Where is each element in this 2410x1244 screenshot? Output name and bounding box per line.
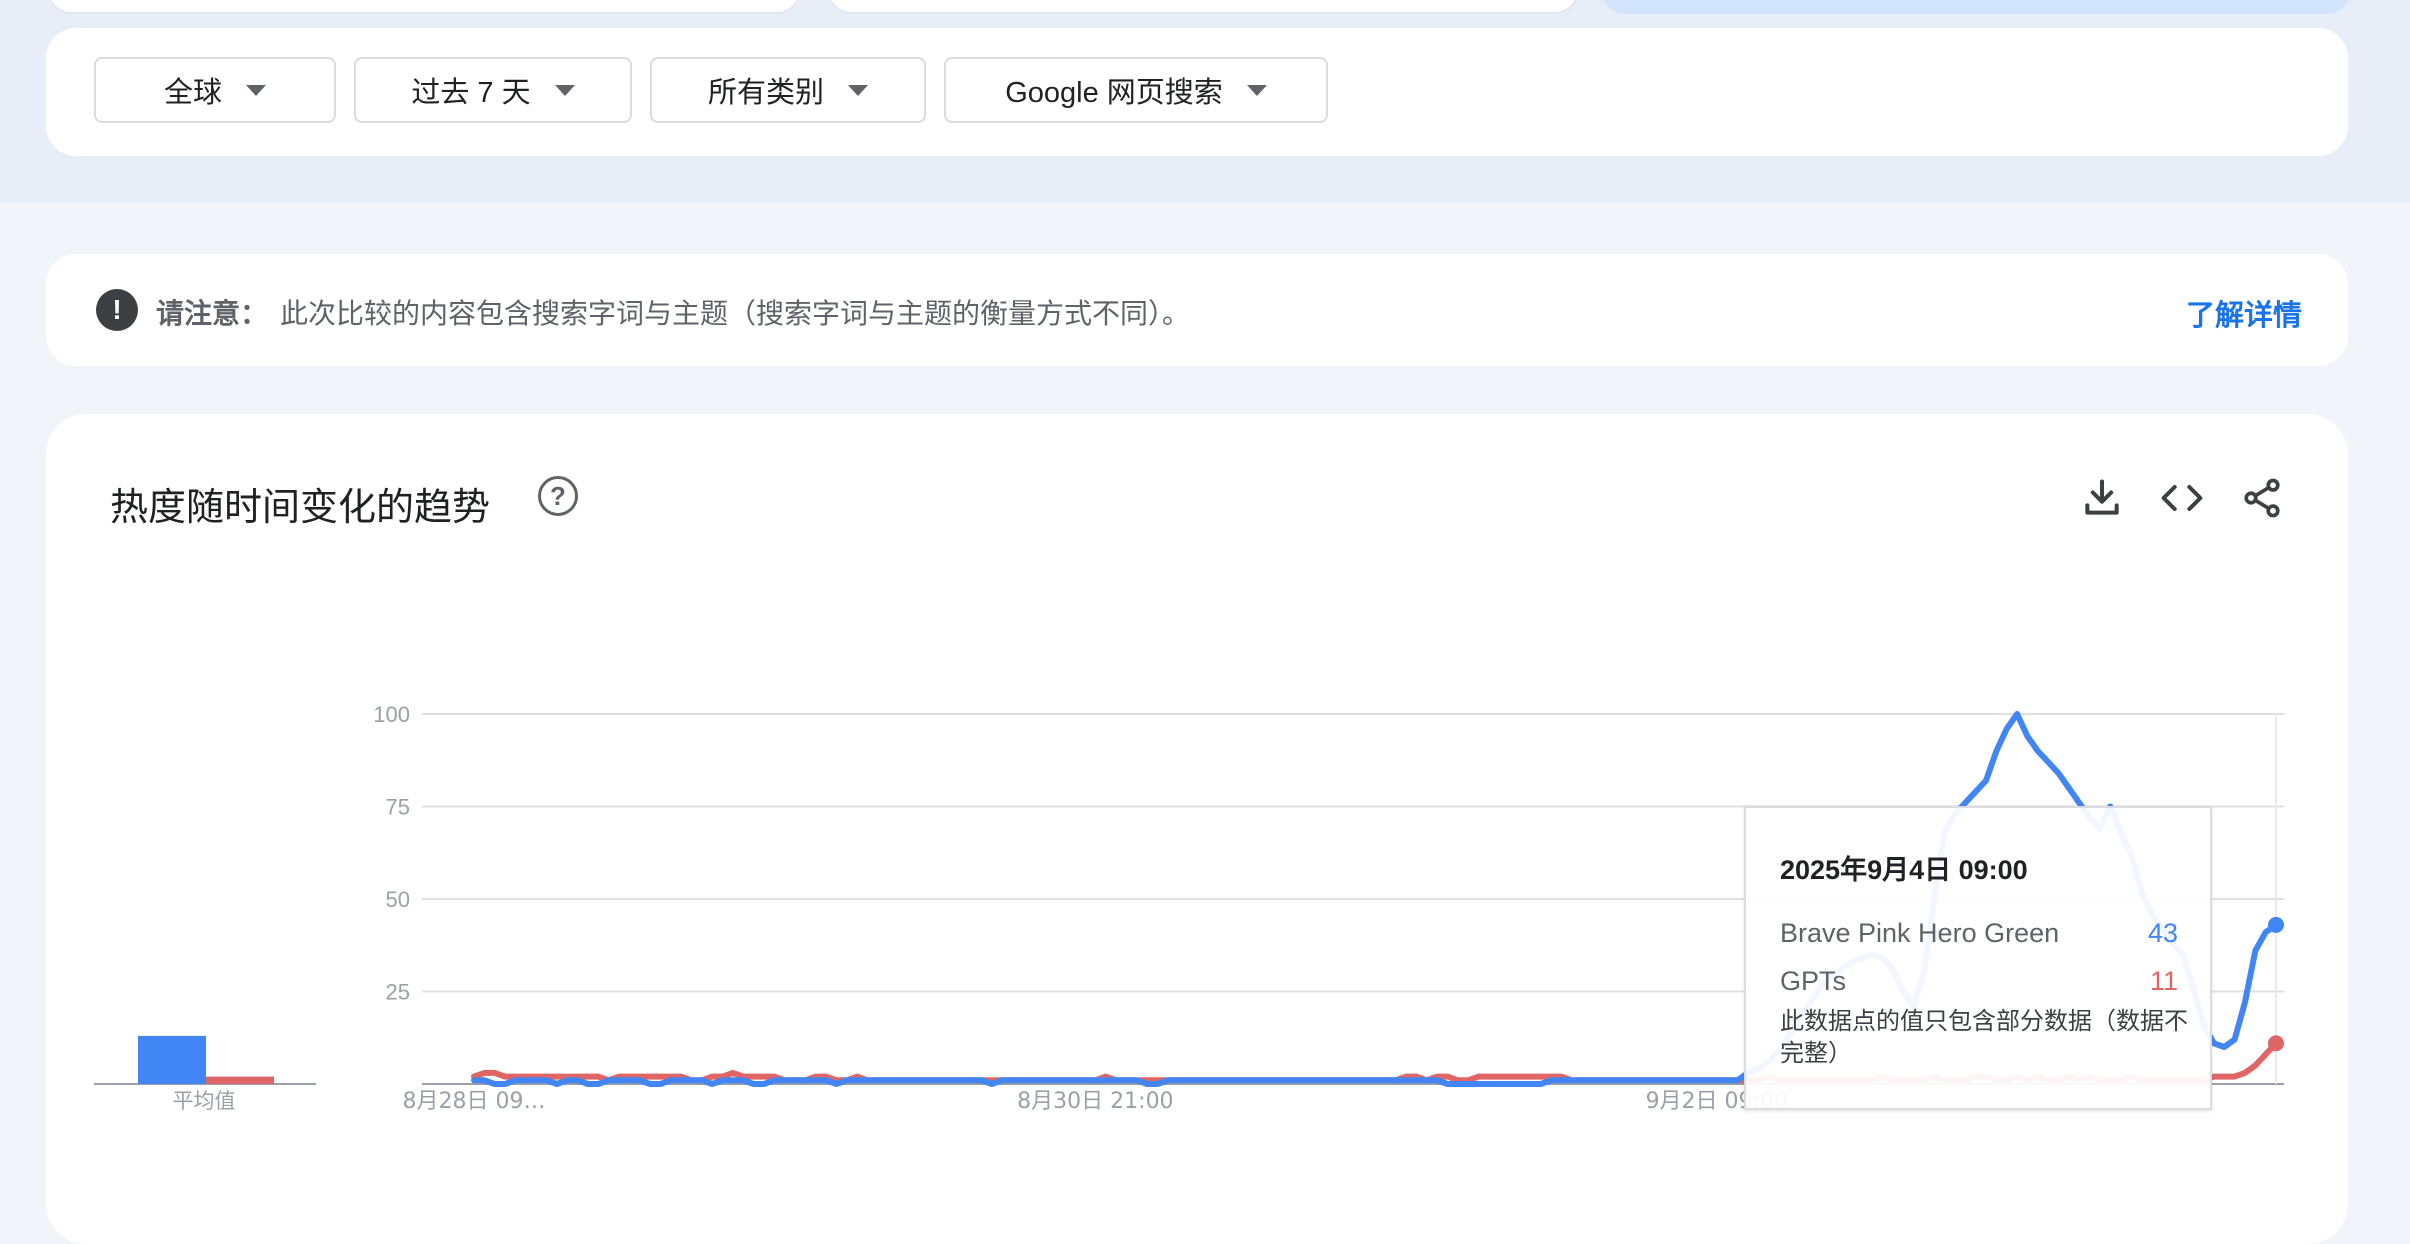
notice-label: 请注意：: [156, 298, 269, 329]
average-bar: [138, 1035, 206, 1084]
tooltip-note: 此数据点的值只包含部分数据（数据不完整）: [1780, 1008, 2188, 1067]
search-term-field-1[interactable]: [46, 0, 802, 14]
interest-over-time-panel: 热度随时间变化的趋势 ? 25 50 75 100 平均值 8月28日 09… 8月30日 …: [46, 414, 2348, 1244]
alert-icon: !: [96, 289, 138, 331]
time-range-dropdown[interactable]: 过去 7 天: [354, 57, 632, 123]
tooltip-series-name: Brave Pink Hero Green: [1780, 918, 2060, 948]
tooltip-row: Brave Pink Hero Green 43: [1780, 918, 2178, 949]
series-point: [2268, 1035, 2284, 1052]
category-label: 所有类别: [707, 77, 824, 109]
chevron-down-icon: [848, 84, 868, 96]
tooltip-series-value: 43: [2147, 918, 2178, 948]
tooltip-series-name: GPTs: [1780, 966, 1847, 996]
data-point-tooltip: 2025年9月4日 09:00 Brave Pink Hero Green 43…: [1744, 806, 2212, 1110]
tooltip-date: 2025年9月4日 09:00: [1780, 855, 2028, 885]
chevron-down-icon: [246, 84, 266, 96]
y-tick-label: 75: [386, 795, 410, 820]
average-bar: [206, 1076, 274, 1084]
chevron-down-icon: [1246, 84, 1267, 96]
search-type-label: Google 网页搜索: [1005, 77, 1223, 109]
y-tick-label: 50: [386, 887, 410, 912]
search-term-field-2[interactable]: [826, 0, 1580, 14]
header-band: 全球 过去 7 天 所有类别 Google 网页搜索: [0, 0, 2410, 203]
time-range-label: 过去 7 天: [411, 77, 531, 109]
y-tick-label: 25: [386, 980, 410, 1005]
search-type-dropdown[interactable]: Google 网页搜索: [944, 57, 1328, 123]
add-comparison-button[interactable]: [1600, 0, 2352, 14]
region-dropdown[interactable]: 全球: [94, 57, 336, 123]
y-tick-label: 100: [373, 702, 410, 727]
category-dropdown[interactable]: 所有类别: [650, 57, 926, 123]
notice-text: 此次比较的内容包含搜索字词与主题（搜索字词与主题的衡量方式不同）。: [280, 298, 1191, 329]
tooltip-series-value: 11: [2149, 966, 2178, 996]
learn-more-link[interactable]: 了解详情: [2186, 292, 2302, 334]
series-point: [2268, 916, 2284, 933]
average-label: 平均值: [173, 1089, 236, 1113]
x-tick-label: 8月30日 21:00: [1017, 1089, 1173, 1114]
tooltip-row: GPTs 11: [1780, 966, 2178, 997]
x-tick-label: 8月28日 09…: [403, 1089, 546, 1114]
region-label: 全球: [163, 77, 222, 109]
notice-banner: ! 请注意： 此次比较的内容包含搜索字词与主题（搜索字词与主题的衡量方式不同）。…: [46, 254, 2348, 366]
chevron-down-icon: [554, 84, 575, 96]
filter-bar: 全球 过去 7 天 所有类别 Google 网页搜索: [46, 28, 2348, 156]
